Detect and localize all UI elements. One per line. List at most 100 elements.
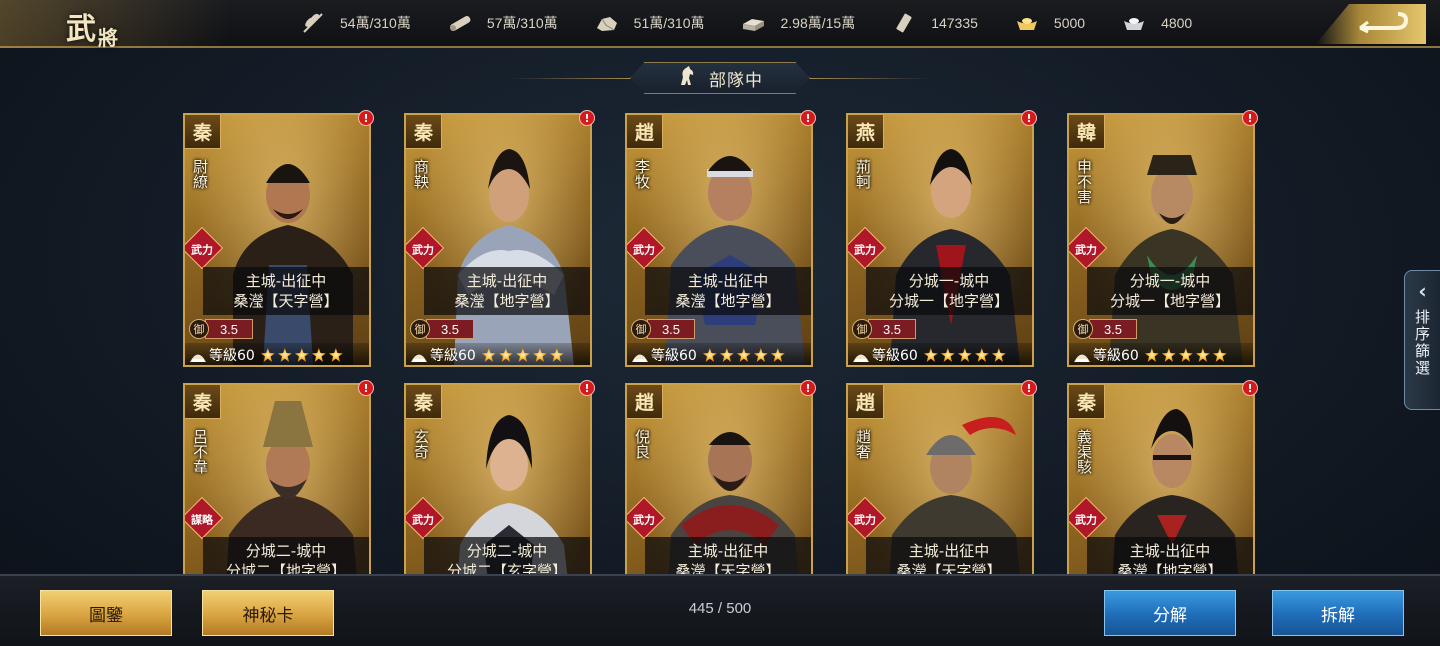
alert-icon: ! xyxy=(800,110,816,126)
resource-wood-value: 57萬/310萬 xyxy=(486,15,558,31)
status-panel: 分城一-城中 分城一【地字營】 xyxy=(1087,267,1253,315)
star-icon xyxy=(940,348,955,362)
resource-stone-value: 51萬/310萬 xyxy=(633,15,705,31)
level-label: 等級60 xyxy=(209,348,255,364)
wood-icon xyxy=(447,12,473,34)
status-panel: 主城-出征中 桑瀅【地字營】 xyxy=(424,267,590,315)
general-card[interactable]: 趙 李牧 武力 主城-出征中 桑瀅【地字營】 御 3.5 等級60 xyxy=(625,113,813,367)
star-icon xyxy=(1144,348,1159,362)
faction-badge: 秦 xyxy=(1069,385,1105,419)
defense-stat: 御 3.5 xyxy=(852,317,918,341)
star-icon xyxy=(719,348,734,362)
iron-icon xyxy=(740,12,766,34)
general-name: 尉繚 xyxy=(191,159,209,189)
status-location: 分城二-城中 xyxy=(245,542,327,560)
helmet-icon xyxy=(1073,348,1091,362)
top-bar: 武將 54萬/310萬 57萬/310萬 51萬/310萬 2.98萬/15萬 … xyxy=(0,0,1440,50)
general-card[interactable]: 燕 荊軻 武力 分城一-城中 分城一【地字營】 御 3.5 等級60 xyxy=(846,113,1034,367)
role-label: 武力 xyxy=(1075,243,1097,257)
resource-silver: 4800 xyxy=(1121,12,1192,34)
star-icon xyxy=(1195,348,1210,362)
star-rating xyxy=(1144,348,1227,362)
role-label: 武力 xyxy=(633,243,655,257)
catalog-button-label: 圖鑒 xyxy=(89,605,123,626)
role-label: 武力 xyxy=(854,513,876,527)
general-name: 李牧 xyxy=(633,159,651,189)
star-icon xyxy=(260,348,275,362)
star-icon xyxy=(702,348,717,362)
level-label: 等級60 xyxy=(872,348,918,364)
star-icon xyxy=(481,348,496,362)
star-icon xyxy=(736,348,751,362)
grain-icon xyxy=(300,12,326,34)
role-label: 武力 xyxy=(854,243,876,257)
resource-stone: 51萬/310萬 xyxy=(594,12,705,34)
resource-silver-value: 4800 xyxy=(1161,15,1193,31)
disassemble-button-label: 拆解 xyxy=(1321,605,1355,626)
star-icon xyxy=(277,348,292,362)
star-icon xyxy=(923,348,938,362)
role-label: 武力 xyxy=(633,513,655,527)
star-icon xyxy=(515,348,530,362)
helmet-icon xyxy=(631,348,649,362)
general-name: 商鞅 xyxy=(412,159,430,189)
silver-ingot-icon xyxy=(1121,12,1147,34)
star-icon xyxy=(328,348,343,362)
alert-icon: ! xyxy=(579,380,595,396)
defense-icon: 御 xyxy=(1073,319,1093,339)
star-icon xyxy=(549,348,564,362)
level-bar: 等級60 xyxy=(627,343,811,365)
title-char-2: 將 xyxy=(98,26,118,50)
star-rating xyxy=(702,348,785,362)
defense-icon: 御 xyxy=(189,319,209,339)
section-divider-right xyxy=(810,77,930,79)
alert-icon: ! xyxy=(1242,110,1258,126)
catalog-button[interactable]: 圖鑒 xyxy=(40,590,172,636)
general-name: 趙奢 xyxy=(854,429,872,459)
status-location: 分城二-城中 xyxy=(466,542,548,560)
decompose-button[interactable]: 分解 xyxy=(1104,590,1236,636)
decompose-button-label: 分解 xyxy=(1153,605,1187,626)
helmet-icon xyxy=(852,348,870,362)
mystery-card-button-label: 神秘卡 xyxy=(242,605,294,626)
back-button[interactable] xyxy=(1316,4,1426,44)
faction-badge: 秦 xyxy=(185,385,221,419)
resource-decree: 147335 xyxy=(891,12,978,34)
sort-filter-tab[interactable]: ‹ 排序篩選 xyxy=(1404,270,1440,410)
general-card[interactable]: 韓 申不害 武力 分城一-城中 分城一【地字營】 御 3.5 等級60 xyxy=(1067,113,1255,367)
role-label: 武力 xyxy=(412,243,434,257)
faction-badge: 趙 xyxy=(848,385,884,419)
role-label: 武力 xyxy=(1075,513,1097,527)
star-icon xyxy=(532,348,547,362)
star-icon xyxy=(1178,348,1193,362)
level-bar: 等級60 xyxy=(406,343,590,365)
star-icon xyxy=(1161,348,1176,362)
level-bar: 等級60 xyxy=(1069,343,1253,365)
star-rating xyxy=(481,348,564,362)
disassemble-button[interactable]: 拆解 xyxy=(1272,590,1404,636)
section-plate: 部隊中 xyxy=(630,62,810,94)
bottom-bar: 圖鑒 神秘卡 445 / 500 分解 拆解 xyxy=(0,574,1440,646)
alert-icon: ! xyxy=(800,380,816,396)
general-card[interactable]: 秦 商鞅 武力 主城-出征中 桑瀅【地字營】 御 3.5 等級60 xyxy=(404,113,592,367)
alert-icon: ! xyxy=(1021,380,1037,396)
sort-filter-label: 排序篩選 xyxy=(1413,309,1431,377)
general-name: 義渠駭 xyxy=(1075,429,1093,474)
general-card[interactable]: 秦 尉繚 武力 主城-出征中 桑瀅【天字營】 御 3.5 等級60 xyxy=(183,113,371,367)
faction-badge: 趙 xyxy=(627,115,663,149)
mystery-card-button[interactable]: 神秘卡 xyxy=(202,590,334,636)
helmet-icon xyxy=(189,348,207,362)
star-rating xyxy=(923,348,1006,362)
status-panel: 分城一-城中 分城一【地字營】 xyxy=(866,267,1032,315)
status-location: 主城-出征中 xyxy=(687,542,769,560)
resource-gold: 5000 xyxy=(1014,12,1085,34)
resource-wood: 57萬/310萬 xyxy=(447,12,558,34)
faction-badge: 秦 xyxy=(406,115,442,149)
status-location: 主城-出征中 xyxy=(245,272,327,290)
defense-value: 3.5 xyxy=(205,319,253,339)
star-icon xyxy=(498,348,513,362)
back-arrow-icon xyxy=(1356,10,1410,38)
star-icon xyxy=(294,348,309,362)
star-icon xyxy=(974,348,989,362)
status-unit: 分城一【地字營】 xyxy=(1109,292,1230,310)
